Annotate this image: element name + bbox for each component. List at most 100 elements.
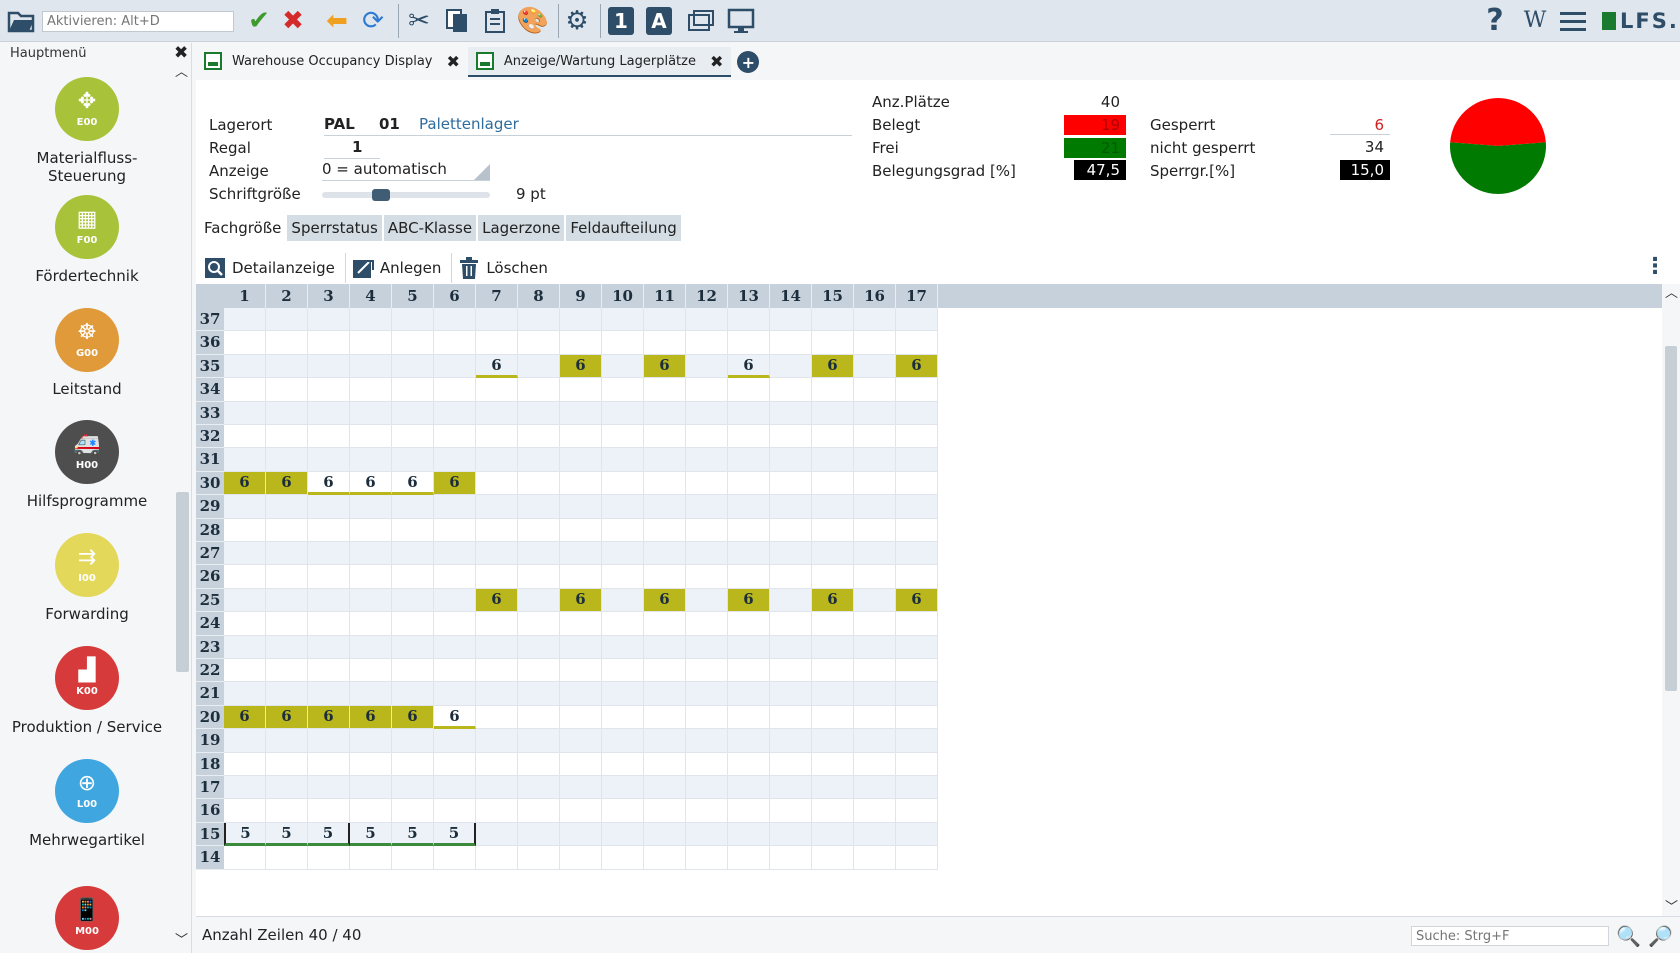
grid-scroll-thumb[interactable] (1665, 346, 1677, 691)
grid-cell[interactable] (644, 846, 686, 870)
grid-cell[interactable] (392, 401, 434, 425)
grid-cell[interactable] (518, 846, 560, 870)
grid-cell[interactable] (728, 448, 770, 472)
grid-cell[interactable] (350, 448, 392, 472)
grid-cell[interactable] (728, 495, 770, 519)
grid-cell[interactable] (518, 495, 560, 519)
grid-cell[interactable] (560, 846, 602, 870)
grid-cell[interactable] (224, 776, 266, 800)
grid-cell[interactable] (686, 729, 728, 753)
grid-cell[interactable] (770, 354, 812, 379)
grid-cell[interactable] (476, 659, 518, 683)
grid-cell[interactable] (518, 752, 560, 776)
grid-cell[interactable] (266, 682, 308, 706)
grid-cell[interactable] (308, 776, 350, 800)
grid-cell[interactable] (560, 565, 602, 589)
grid-cell[interactable] (728, 542, 770, 566)
grid-cell[interactable]: 6 (560, 588, 602, 613)
sidebar-scrollbar[interactable]: ︿ ﹀ (174, 65, 191, 953)
row-header[interactable]: 23 (196, 635, 224, 659)
column-header[interactable]: 13 (728, 284, 770, 308)
menu-item-produktion-service[interactable]: ▟ K00 Produktion / Service (0, 646, 174, 736)
grid-cell[interactable] (392, 752, 434, 776)
grid-cell[interactable] (350, 612, 392, 636)
schriftgroesse-slider[interactable] (322, 192, 490, 198)
grid-cell[interactable] (728, 846, 770, 870)
grid-cell[interactable] (308, 425, 350, 449)
row-header[interactable]: 21 (196, 682, 224, 706)
grid-cell[interactable] (392, 542, 434, 566)
grid-cell[interactable] (728, 612, 770, 636)
grid-cell[interactable] (686, 776, 728, 800)
grid-cell[interactable] (812, 565, 854, 589)
grid-cell[interactable] (770, 378, 812, 402)
grid-cell[interactable]: 6 (812, 354, 854, 379)
menu-item-mehrwegartikel[interactable]: ⊕ L00 Mehrwegartikel (0, 759, 174, 849)
grid-cell[interactable] (770, 565, 812, 589)
cut-scissors-icon[interactable]: ✂ (402, 4, 436, 38)
tab-warehouse-occupancy[interactable]: Warehouse Occupancy Display ✖ (196, 47, 468, 77)
grid-cell[interactable]: 6 (434, 705, 476, 730)
column-header[interactable]: 17 (896, 284, 938, 308)
grid-cell[interactable] (770, 635, 812, 659)
grid-cell[interactable] (644, 612, 686, 636)
grid-cell[interactable] (896, 331, 938, 355)
grid-cell[interactable] (224, 635, 266, 659)
grid-cell[interactable] (350, 425, 392, 449)
grid-cell[interactable] (560, 705, 602, 730)
grid-cell[interactable] (476, 635, 518, 659)
settings-gear-icon[interactable]: ⚙ (560, 4, 594, 38)
grid-cell[interactable] (518, 705, 560, 730)
grid-cell[interactable] (770, 495, 812, 519)
grid-cell[interactable]: 5 (434, 822, 476, 847)
grid-cell[interactable] (518, 729, 560, 753)
grid-cell[interactable] (308, 729, 350, 753)
grid-cell[interactable] (518, 354, 560, 379)
grid-cell[interactable]: 6 (812, 588, 854, 613)
grid-cell[interactable] (644, 331, 686, 355)
grid-cell[interactable] (812, 425, 854, 449)
grid-cell[interactable] (392, 448, 434, 472)
activate-input[interactable] (42, 11, 234, 32)
row-header[interactable]: 16 (196, 799, 224, 823)
grid-cell[interactable] (560, 542, 602, 566)
row-header[interactable]: 30 (196, 471, 224, 496)
menu-item-m00[interactable]: 📱 M00 (0, 886, 174, 950)
grid-cell[interactable] (770, 612, 812, 636)
grid-cell[interactable] (350, 588, 392, 613)
grid-cell[interactable] (896, 542, 938, 566)
row-header[interactable]: 36 (196, 331, 224, 355)
grid-cell[interactable] (350, 776, 392, 800)
grid-cell[interactable] (308, 495, 350, 519)
column-header[interactable]: 7 (476, 284, 518, 308)
grid-cell[interactable] (266, 308, 308, 332)
grid-cell[interactable] (350, 635, 392, 659)
grid-cell[interactable] (770, 471, 812, 496)
grid-cell[interactable] (434, 776, 476, 800)
grid-cell[interactable] (686, 635, 728, 659)
grid-cell[interactable] (602, 518, 644, 542)
grid-cell[interactable] (644, 448, 686, 472)
column-header[interactable]: 15 (812, 284, 854, 308)
grid-cell[interactable] (518, 659, 560, 683)
grid-cell[interactable] (896, 635, 938, 659)
grid-cell[interactable] (434, 612, 476, 636)
grid-cell[interactable] (434, 659, 476, 683)
grid-cell[interactable] (434, 588, 476, 613)
grid-cell[interactable] (350, 331, 392, 355)
column-header[interactable]: 4 (350, 284, 392, 308)
row-header[interactable]: 35 (196, 354, 224, 379)
grid-cell[interactable] (686, 331, 728, 355)
grid-cell[interactable]: 5 (224, 822, 266, 847)
grid-cell[interactable] (560, 308, 602, 332)
grid-cell[interactable] (896, 799, 938, 823)
subtab-fachgroesse[interactable]: Fachgröße (200, 215, 285, 241)
grid-cell[interactable] (476, 425, 518, 449)
copy-icon[interactable] (440, 4, 474, 38)
grid-cell[interactable] (770, 705, 812, 730)
grid-cell[interactable] (896, 705, 938, 730)
grid-cell[interactable] (434, 425, 476, 449)
sidebar-close-icon[interactable]: ✖ (174, 43, 188, 63)
grid-cell[interactable] (308, 799, 350, 823)
grid-cell[interactable] (644, 471, 686, 496)
